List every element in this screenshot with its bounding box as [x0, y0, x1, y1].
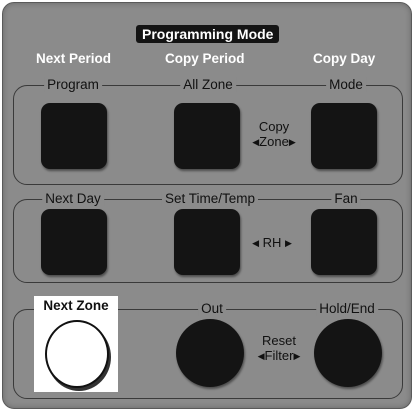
next-zone-button[interactable] [45, 320, 109, 388]
out-button[interactable] [176, 319, 244, 387]
fan-label: Fan [331, 191, 361, 206]
copy-zone-line2: Zone [259, 134, 289, 149]
copy-zone-label: Copy ◀Zone▶ [252, 119, 295, 150]
out-label: Out [198, 301, 226, 316]
program-button[interactable] [41, 103, 107, 169]
hold-end-label: Hold/End [316, 301, 378, 316]
right-arrow-icon: ▶ [288, 137, 296, 148]
next-day-button[interactable] [41, 209, 107, 275]
set-time-temp-label: Set Time/Temp [161, 191, 259, 206]
hold-end-button[interactable] [314, 319, 382, 387]
right-arrow-icon: ▶ [293, 351, 301, 362]
rh-text: RH [262, 235, 282, 250]
left-arrow-icon: ◀ [252, 137, 260, 148]
copy-zone-line1: Copy [258, 119, 290, 134]
copy-day-label: Copy Day [313, 51, 376, 66]
programming-mode-label: Programming Mode [136, 25, 280, 43]
all-zone-label: All Zone [180, 77, 236, 92]
left-arrow-icon: ◀ [252, 238, 259, 249]
reset-filter-line2: Filter [264, 348, 294, 363]
copy-period-label: Copy Period [165, 51, 245, 66]
next-period-label: Next Period [36, 51, 112, 66]
fan-button[interactable] [311, 209, 377, 275]
reset-filter-label: Reset ◀Filter▶ [258, 333, 301, 364]
reset-filter-line1: Reset [262, 333, 296, 348]
mode-label: Mode [326, 77, 366, 92]
next-day-label: Next Day [42, 191, 104, 206]
all-zone-button[interactable] [174, 103, 240, 169]
right-arrow-icon: ▶ [285, 238, 292, 249]
set-time-temp-button[interactable] [174, 209, 240, 275]
next-zone-label: Next Zone [43, 298, 109, 313]
left-arrow-icon: ◀ [257, 351, 265, 362]
thermostat-control-panel: Programming Mode Next Period Copy Period… [2, 2, 412, 409]
mode-button[interactable] [311, 103, 377, 169]
rh-label: ◀ RH ▶ [252, 235, 292, 251]
program-label: Program [44, 77, 102, 92]
next-zone-area: Next Zone [34, 296, 118, 392]
